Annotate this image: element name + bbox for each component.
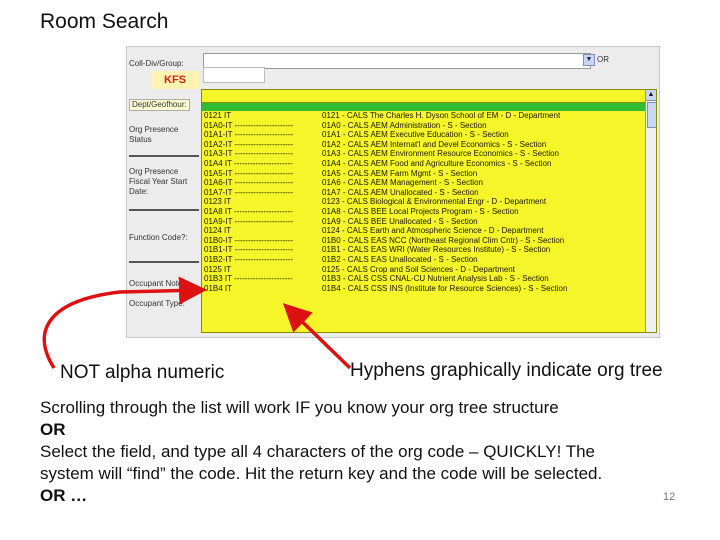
- page-number: 12: [663, 491, 676, 503]
- callout-hyphens: Hyphens graphically indicate org tree: [350, 360, 663, 381]
- body-line-or-ellipsis: OR …: [40, 486, 88, 505]
- body-line-4: system will “find” the code. Hit the ret…: [40, 464, 603, 483]
- left-arrow: [42, 276, 207, 369]
- body-text: Scrolling through the list will work IF …: [40, 397, 680, 507]
- body-line-or: OR: [40, 420, 66, 439]
- body-line-1: Scrolling through the list will work IF …: [40, 398, 559, 417]
- right-arrow: [282, 303, 352, 370]
- body-line-3: Select the field, and type all 4 charact…: [40, 442, 596, 461]
- callout-not-alpha: NOT alpha numeric: [60, 362, 225, 383]
